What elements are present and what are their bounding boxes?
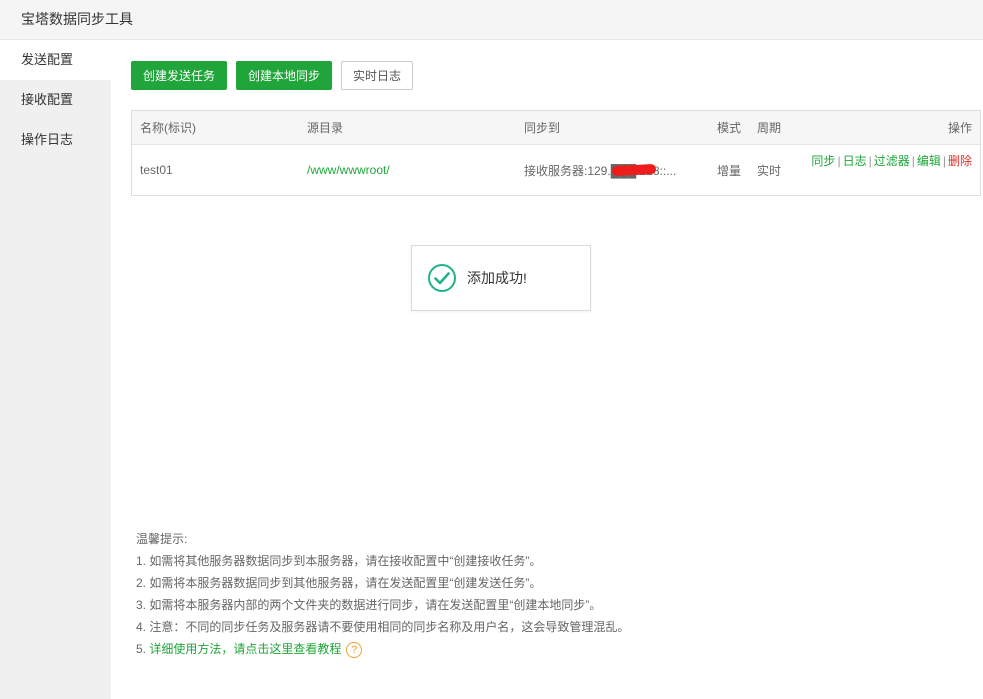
tips-title: 温馨提示: — [136, 532, 188, 546]
tutorial-link[interactable]: 详细使用方法，请点击这里查看教程 — [149, 642, 341, 656]
header-name: 名称(标识) — [140, 121, 196, 135]
header-sync-to: 同步到 — [524, 121, 561, 135]
log-link[interactable]: 日志 — [843, 154, 867, 168]
row-source-link[interactable]: /www/wwwroot/ — [307, 145, 390, 195]
app-title: 宝塔数据同步工具 — [21, 11, 133, 27]
filter-link[interactable]: 过滤器 — [874, 154, 910, 168]
table-row: test01 /www/wwwroot/ 接收服务器:129.███.228::… — [132, 145, 980, 195]
row-sync-to: 接收服务器:129.███.228::... — [524, 145, 702, 195]
sync-link[interactable]: 同步 — [811, 154, 835, 168]
main-panel: 创建发送任务 创建本地同步 实时日志 名称(标识) 源目录 同步到 模式 周期 … — [111, 40, 983, 699]
check-circle-icon — [428, 264, 456, 292]
sidebar: 发送配置 接收配置 操作日志 — [0, 40, 111, 699]
toast-message: 添加成功! — [467, 270, 527, 286]
table-header: 名称(标识) 源目录 同步到 模式 周期 操作 — [132, 111, 980, 145]
row-mode: 增量 — [717, 163, 742, 178]
tips-section: 温馨提示: 1. 如需将其他服务器数据同步到本服务器，请在接收配置中“创建接收任… — [136, 528, 629, 660]
ops-separator: | — [837, 154, 841, 168]
header-mode: 模式 — [717, 121, 742, 135]
row-name: test01 — [140, 163, 173, 177]
sidebar-item-send-config[interactable]: 发送配置 — [0, 40, 111, 80]
realtime-log-button[interactable]: 实时日志 — [341, 61, 414, 90]
ops-separator: | — [942, 154, 946, 168]
ops-separator: | — [868, 154, 872, 168]
header-ops: 操作 — [947, 121, 972, 135]
header-period: 周期 — [757, 121, 782, 135]
success-toast: 添加成功! — [411, 245, 591, 311]
create-local-sync-button[interactable]: 创建本地同步 — [236, 61, 333, 90]
tip-line-4: 4. 注意：不同的同步任务及服务器请不要使用相同的同步名称及用户名，这会导致管理… — [136, 620, 630, 634]
tip-link-prefix: 5. — [136, 642, 150, 656]
sidebar-item-receive-config[interactable]: 接收配置 — [0, 80, 111, 120]
help-icon[interactable]: ? — [346, 641, 363, 658]
create-send-task-button[interactable]: 创建发送任务 — [131, 61, 228, 90]
ops-separator: | — [911, 154, 915, 168]
row-period: 实时 — [757, 163, 782, 178]
delete-link[interactable]: 删除 — [948, 154, 972, 168]
tip-line-3: 3. 如需将本服务器内部的两个文件夹的数据进行同步，请在发送配置里“创建本地同步… — [136, 598, 602, 612]
tip-line-1: 1. 如需将其他服务器数据同步到本服务器，请在接收配置中“创建接收任务”。 — [136, 554, 542, 568]
header-source: 源目录 — [307, 121, 344, 135]
row-ops: 同步 | 日志 | 过滤器 | 编辑 | 删除 — [802, 153, 972, 169]
sync-task-table: 名称(标识) 源目录 同步到 模式 周期 操作 test01 /www/wwwr… — [131, 110, 981, 196]
tip-line-5: 5. 详细使用方法，请点击这里查看教程? — [136, 638, 629, 660]
app-title-bar: 宝塔数据同步工具 — [0, 0, 983, 40]
tip-line-2: 2. 如需将本服务器数据同步到其他服务器，请在发送配置里“创建发送任务”。 — [136, 576, 542, 590]
toolbar: 创建发送任务 创建本地同步 实时日志 — [131, 61, 414, 90]
edit-link[interactable]: 编辑 — [917, 154, 941, 168]
sidebar-item-operation-log[interactable]: 操作日志 — [0, 120, 111, 160]
